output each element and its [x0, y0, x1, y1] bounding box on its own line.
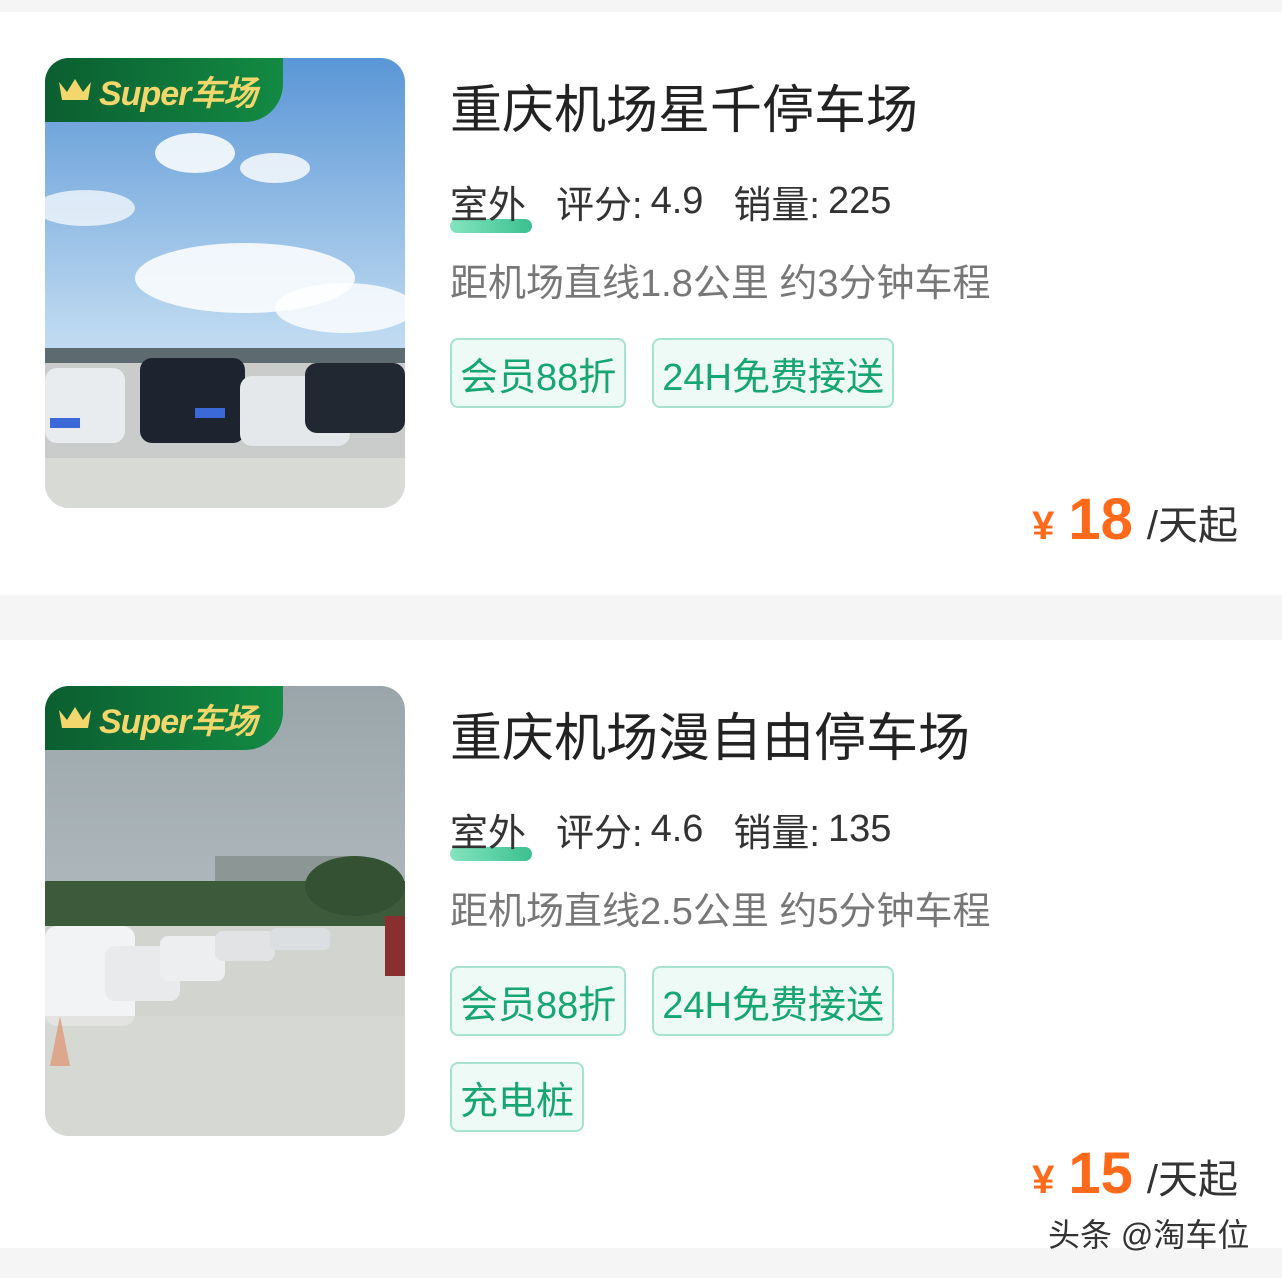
price: ¥ 18 /天起 — [1032, 486, 1238, 553]
super-lot-badge: Super车场 — [45, 58, 283, 122]
parking-lot-card[interactable]: Super车场 重庆机场星千停车场 室外 评分: 4.9 销量: 225 距机场… — [0, 12, 1282, 595]
rating-label: 评分: — [556, 184, 643, 227]
top-separator — [0, 0, 1282, 12]
currency-symbol: ¥ — [1032, 1158, 1055, 1202]
crown-icon — [59, 707, 91, 728]
tag-member-discount: 会员88折 — [450, 338, 627, 408]
source-watermark: 头条 @淘车位 — [1048, 1217, 1250, 1253]
lot-type-label: 室外 — [450, 812, 527, 855]
tag-free-shuttle: 24H免费接送 — [652, 338, 894, 408]
rating-label: 评分: — [556, 812, 643, 855]
lot-type-label: 室外 — [450, 184, 527, 227]
distance-info: 距机场直线1.8公里 约3分钟车程 — [450, 263, 991, 305]
parking-lot-name[interactable]: 重庆机场漫自由停车场 — [450, 696, 970, 771]
tag-member-discount: 会员88折 — [450, 966, 627, 1036]
lot-type: 室外 — [450, 802, 532, 861]
parking-lot-card[interactable]: Super车场 重庆机场漫自由停车场 室外 评分: 4.6 销量: 135 距机… — [0, 640, 1282, 1248]
price-value: 15 — [1068, 1141, 1133, 1206]
sales-label: 销量: — [733, 812, 820, 855]
feature-tags: 会员88折 24H免费接送 — [450, 338, 1010, 408]
super-lot-label: Super车场 — [99, 74, 257, 113]
sales-value: 135 — [827, 807, 892, 850]
price-unit: /天起 — [1146, 504, 1238, 548]
parking-lot-photo-image — [45, 58, 405, 508]
price: ¥ 15 /天起 — [1032, 1140, 1238, 1207]
parking-lot-meta: 室外 评分: 4.6 销量: 135 — [450, 802, 921, 861]
tag-charging-station: 充电桩 — [450, 1062, 585, 1132]
sales-label: 销量: — [733, 184, 820, 227]
rating-value: 4.6 — [650, 807, 704, 850]
parking-lot-photo[interactable]: Super车场 — [45, 686, 405, 1136]
price-value: 18 — [1068, 487, 1133, 552]
super-lot-badge: Super车场 — [45, 686, 283, 750]
rating-value: 4.9 — [650, 179, 704, 222]
price-unit: /天起 — [1146, 1158, 1238, 1202]
sales-value: 225 — [827, 179, 892, 222]
parking-lot-meta: 室外 评分: 4.9 销量: 225 — [450, 174, 921, 233]
currency-symbol: ¥ — [1032, 504, 1055, 548]
super-lot-label: Super车场 — [99, 702, 257, 741]
distance-info: 距机场直线2.5公里 约5分钟车程 — [450, 891, 991, 933]
lot-type: 室外 — [450, 174, 532, 233]
parking-lot-photo[interactable]: Super车场 — [45, 58, 405, 508]
crown-icon — [59, 79, 91, 100]
parking-lot-name[interactable]: 重庆机场星千停车场 — [450, 68, 918, 143]
tag-free-shuttle: 24H免费接送 — [652, 966, 894, 1036]
feature-tags: 会员88折 24H免费接送 充电桩 — [450, 966, 1010, 1132]
parking-lot-photo-image — [45, 686, 405, 1136]
